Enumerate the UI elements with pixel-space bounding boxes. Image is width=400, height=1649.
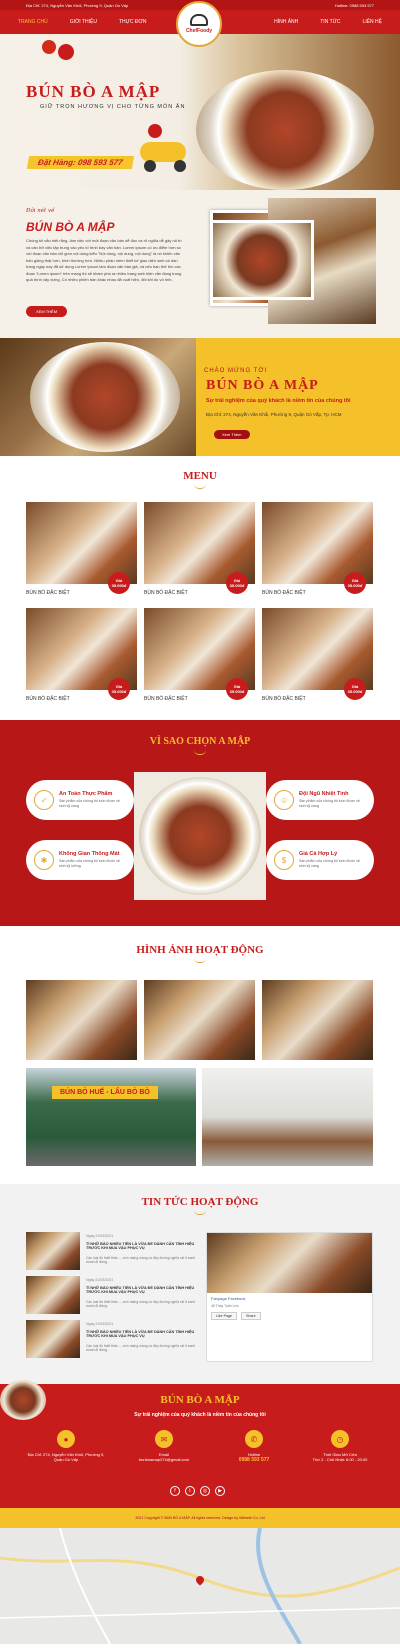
about-eyebrow: Đôi nét về [26, 208, 55, 214]
welcome-subtitle: Sự trải nghiệm của quý khách là niềm tin… [206, 398, 351, 404]
footer-contact-email: ✉ Email bunboamap274@gmail.com [124, 1430, 204, 1462]
instagram-icon[interactable]: ◎ [200, 1486, 210, 1496]
nav-item-contact[interactable]: LIÊN HỆ [363, 19, 382, 25]
menu-item-name[interactable]: BÚN BÒ ĐẶC BIỆT [262, 590, 306, 596]
mail-icon: ✉ [155, 1430, 173, 1448]
footer-title: BÚN BÒ A MẬP [160, 1394, 240, 1406]
about-title: BÚN BÒ A MẬP [26, 220, 115, 234]
nav-item-about[interactable]: GIỚI THIỆU [70, 19, 97, 25]
welcome-address: Địa Chỉ: 274, Nguyễn Văn Khối, Phường 9,… [206, 412, 342, 417]
menu-item-name[interactable]: BÚN BÒ ĐẶC BIỆT [26, 590, 70, 596]
about-text: Chúng tôi vẫn biết rằng, làm việc với mộ… [26, 238, 182, 282]
menu-item-name[interactable]: BÚN BÒ ĐẶC BIỆT [26, 696, 70, 702]
footer-subtitle: Sự trải nghiệm của quý khách là niềm tin… [134, 1412, 266, 1418]
location-map[interactable] [0, 1527, 400, 1645]
welcome-bowl-image [30, 342, 180, 452]
news-item-title[interactable]: TÍ NHỮ BÀO NHIỀU TIỀN LÀ VỪA ĐỂ DÀNH CẦN… [86, 1286, 196, 1294]
title-ornament-icon [194, 958, 206, 963]
price-badge: Giá 35.000đ [344, 572, 366, 594]
news-date: Ngày 21/03/2021 [86, 1278, 114, 1282]
top-address: Địa Chỉ: 274, Nguyễn Văn Khối, Phường 9,… [26, 2, 129, 8]
hero-title: BÚN BÒ A MẬP [26, 82, 161, 101]
youtube-icon[interactable]: ▶ [215, 1486, 225, 1496]
fan-icon: ✱ [34, 850, 54, 870]
fb-cover [207, 1233, 372, 1293]
welcome-more-button[interactable]: Xem Thêm [214, 430, 250, 439]
feature-staff: ☺ Đội Ngũ Nhiệt Tình Sản phẩm của chúng t… [266, 780, 374, 820]
price-tag-icon: $ [274, 850, 294, 870]
gallery-title: HÌNH ẢNH HOẠT ĐỘNG [136, 944, 264, 956]
top-hotline[interactable]: Hotline: 0988 593 577 [335, 3, 374, 8]
price-badge: Giá 35.000đ [226, 572, 248, 594]
menu-item-name[interactable]: BÚN BÒ ĐẶC BIỆT [144, 696, 188, 702]
social-links: f t ◎ ▶ [170, 1486, 225, 1496]
delivery-scooter-icon [140, 124, 194, 176]
shield-icon: ✓ [34, 790, 54, 810]
why-photo [134, 772, 266, 900]
fb-share-button[interactable]: Share [240, 1312, 261, 1320]
news-item-title[interactable]: TÍ NHỮ BÀO NHIỀU TIỀN LÀ VỪA ĐỂ DÀNH CẦN… [86, 1242, 196, 1250]
nav-item-gallery[interactable]: HÌNH ẢNH [274, 19, 298, 25]
storefront-sign: BÚN BÒ HUẾ - LẨU BÒ BÒ [52, 1086, 158, 1099]
menu-item-name[interactable]: BÚN BÒ ĐẶC BIỆT [144, 590, 188, 596]
hero-bowl-image [196, 70, 374, 190]
feature-price: $ Giá Cả Hợp Lý Sản phẩm của chúng tôi lu… [266, 840, 374, 880]
news-date: Ngày 21/03/2021 [86, 1234, 114, 1238]
footer-contact-hotline: ✆ Hotline 0988 593 577 [214, 1430, 294, 1463]
news-thumb[interactable] [26, 1276, 80, 1314]
title-ornament-icon [194, 484, 206, 489]
feature-food-safety: ✓ An Toàn Thực Phẩm Sản phẩm của chúng tô… [26, 780, 134, 820]
gallery-interior-photo[interactable] [202, 1068, 373, 1166]
about-more-button[interactable]: XEM THÊM [26, 306, 68, 317]
fb-like-button[interactable]: Like Page [211, 1312, 237, 1320]
gallery-storefront-photo[interactable]: BÚN BÒ HUẾ - LẨU BÒ BÒ [26, 1068, 196, 1166]
news-item-title[interactable]: TÍ NHỮ BÀO NHIỀU TIỀN LÀ VỪA ĐỂ DÀNH CẦN… [86, 1330, 196, 1338]
chef-hat-icon [190, 14, 208, 26]
news-thumb[interactable] [26, 1232, 80, 1270]
clock-icon: ◷ [331, 1430, 349, 1448]
team-icon: ☺ [274, 790, 294, 810]
news-excerpt: Các loại đồ thiết thân ... xích màng màn… [86, 1300, 196, 1308]
gallery-photo[interactable] [144, 980, 255, 1060]
facebook-icon[interactable]: f [170, 1486, 180, 1496]
about-photo-frame-front [210, 220, 314, 300]
location-icon: ● [57, 1430, 75, 1448]
twitter-icon[interactable]: t [185, 1486, 195, 1496]
welcome-eyebrow: CHÀO MỪNG TỚI [204, 368, 268, 374]
price-badge: Giá 35.000đ [108, 678, 130, 700]
logo-text: ChefFoody [185, 28, 213, 34]
price-badge: Giá 35.000đ [344, 678, 366, 700]
gallery-photo[interactable] [262, 980, 373, 1060]
menu-item-name[interactable]: BÚN BÒ ĐẶC BIỆT [262, 696, 306, 702]
menu-title: MENU [183, 470, 217, 482]
footer-contact-address: ● Địa Chỉ: 274, Nguyễn Văn Khối, Phường … [26, 1430, 106, 1462]
logo[interactable]: ChefFoody [176, 1, 222, 47]
phone-icon: ✆ [245, 1430, 263, 1448]
fb-page-name: Fanpage Facebook [211, 1296, 246, 1301]
footer-contact-hours: ◷ Thời Gian Mở Cửa Thứ 2 - Chủ Nhật: 6:0… [300, 1430, 380, 1462]
price-badge: Giá 35.000đ [226, 678, 248, 700]
feature-cool-space: ✱ Không Gian Thông Mát Sản phẩm của chúng… [26, 840, 134, 880]
news-excerpt: Các loại đồ thiết thân ... xích màng màn… [86, 1344, 196, 1352]
hero-subtitle: GIỮ TRỌN HƯƠNG VỊ CHO TỪNG MÓN ĂN [40, 104, 186, 110]
welcome-title: BÚN BÒ A MẬP [206, 378, 319, 393]
news-excerpt: Các loại đồ thiết thân ... xích màng màn… [86, 1256, 196, 1264]
nav-item-news[interactable]: TIN TỨC [320, 19, 340, 25]
hero-tomato-icon [58, 44, 74, 60]
news-date: Ngày 21/03/2021 [86, 1322, 114, 1326]
why-title: VÌ SAO CHỌN A MẬP [149, 736, 251, 747]
nav-item-home[interactable]: TRANG CHỦ [18, 19, 48, 25]
hero-tomato-icon [42, 40, 56, 54]
news-thumb[interactable] [26, 1320, 80, 1358]
hero-order-phone[interactable]: Đặt Hàng: 098 593 577 [26, 156, 134, 169]
why-bowl-image [139, 777, 261, 895]
facebook-widget[interactable]: Fanpage Facebook 48 Thầy Tuấn Lờn Like P… [206, 1232, 373, 1362]
price-badge: Giá 35.000đ [108, 572, 130, 594]
copyright: 2021 Copyright © BÚN BÒ A MẬP. All right… [0, 1508, 400, 1528]
news-title: TIN TỨC HOẠT ĐỘNG [141, 1196, 259, 1208]
nav-item-menu[interactable]: THỰC ĐƠN [119, 19, 146, 25]
map-roads [0, 1527, 400, 1645]
gallery-photo[interactable] [26, 980, 137, 1060]
